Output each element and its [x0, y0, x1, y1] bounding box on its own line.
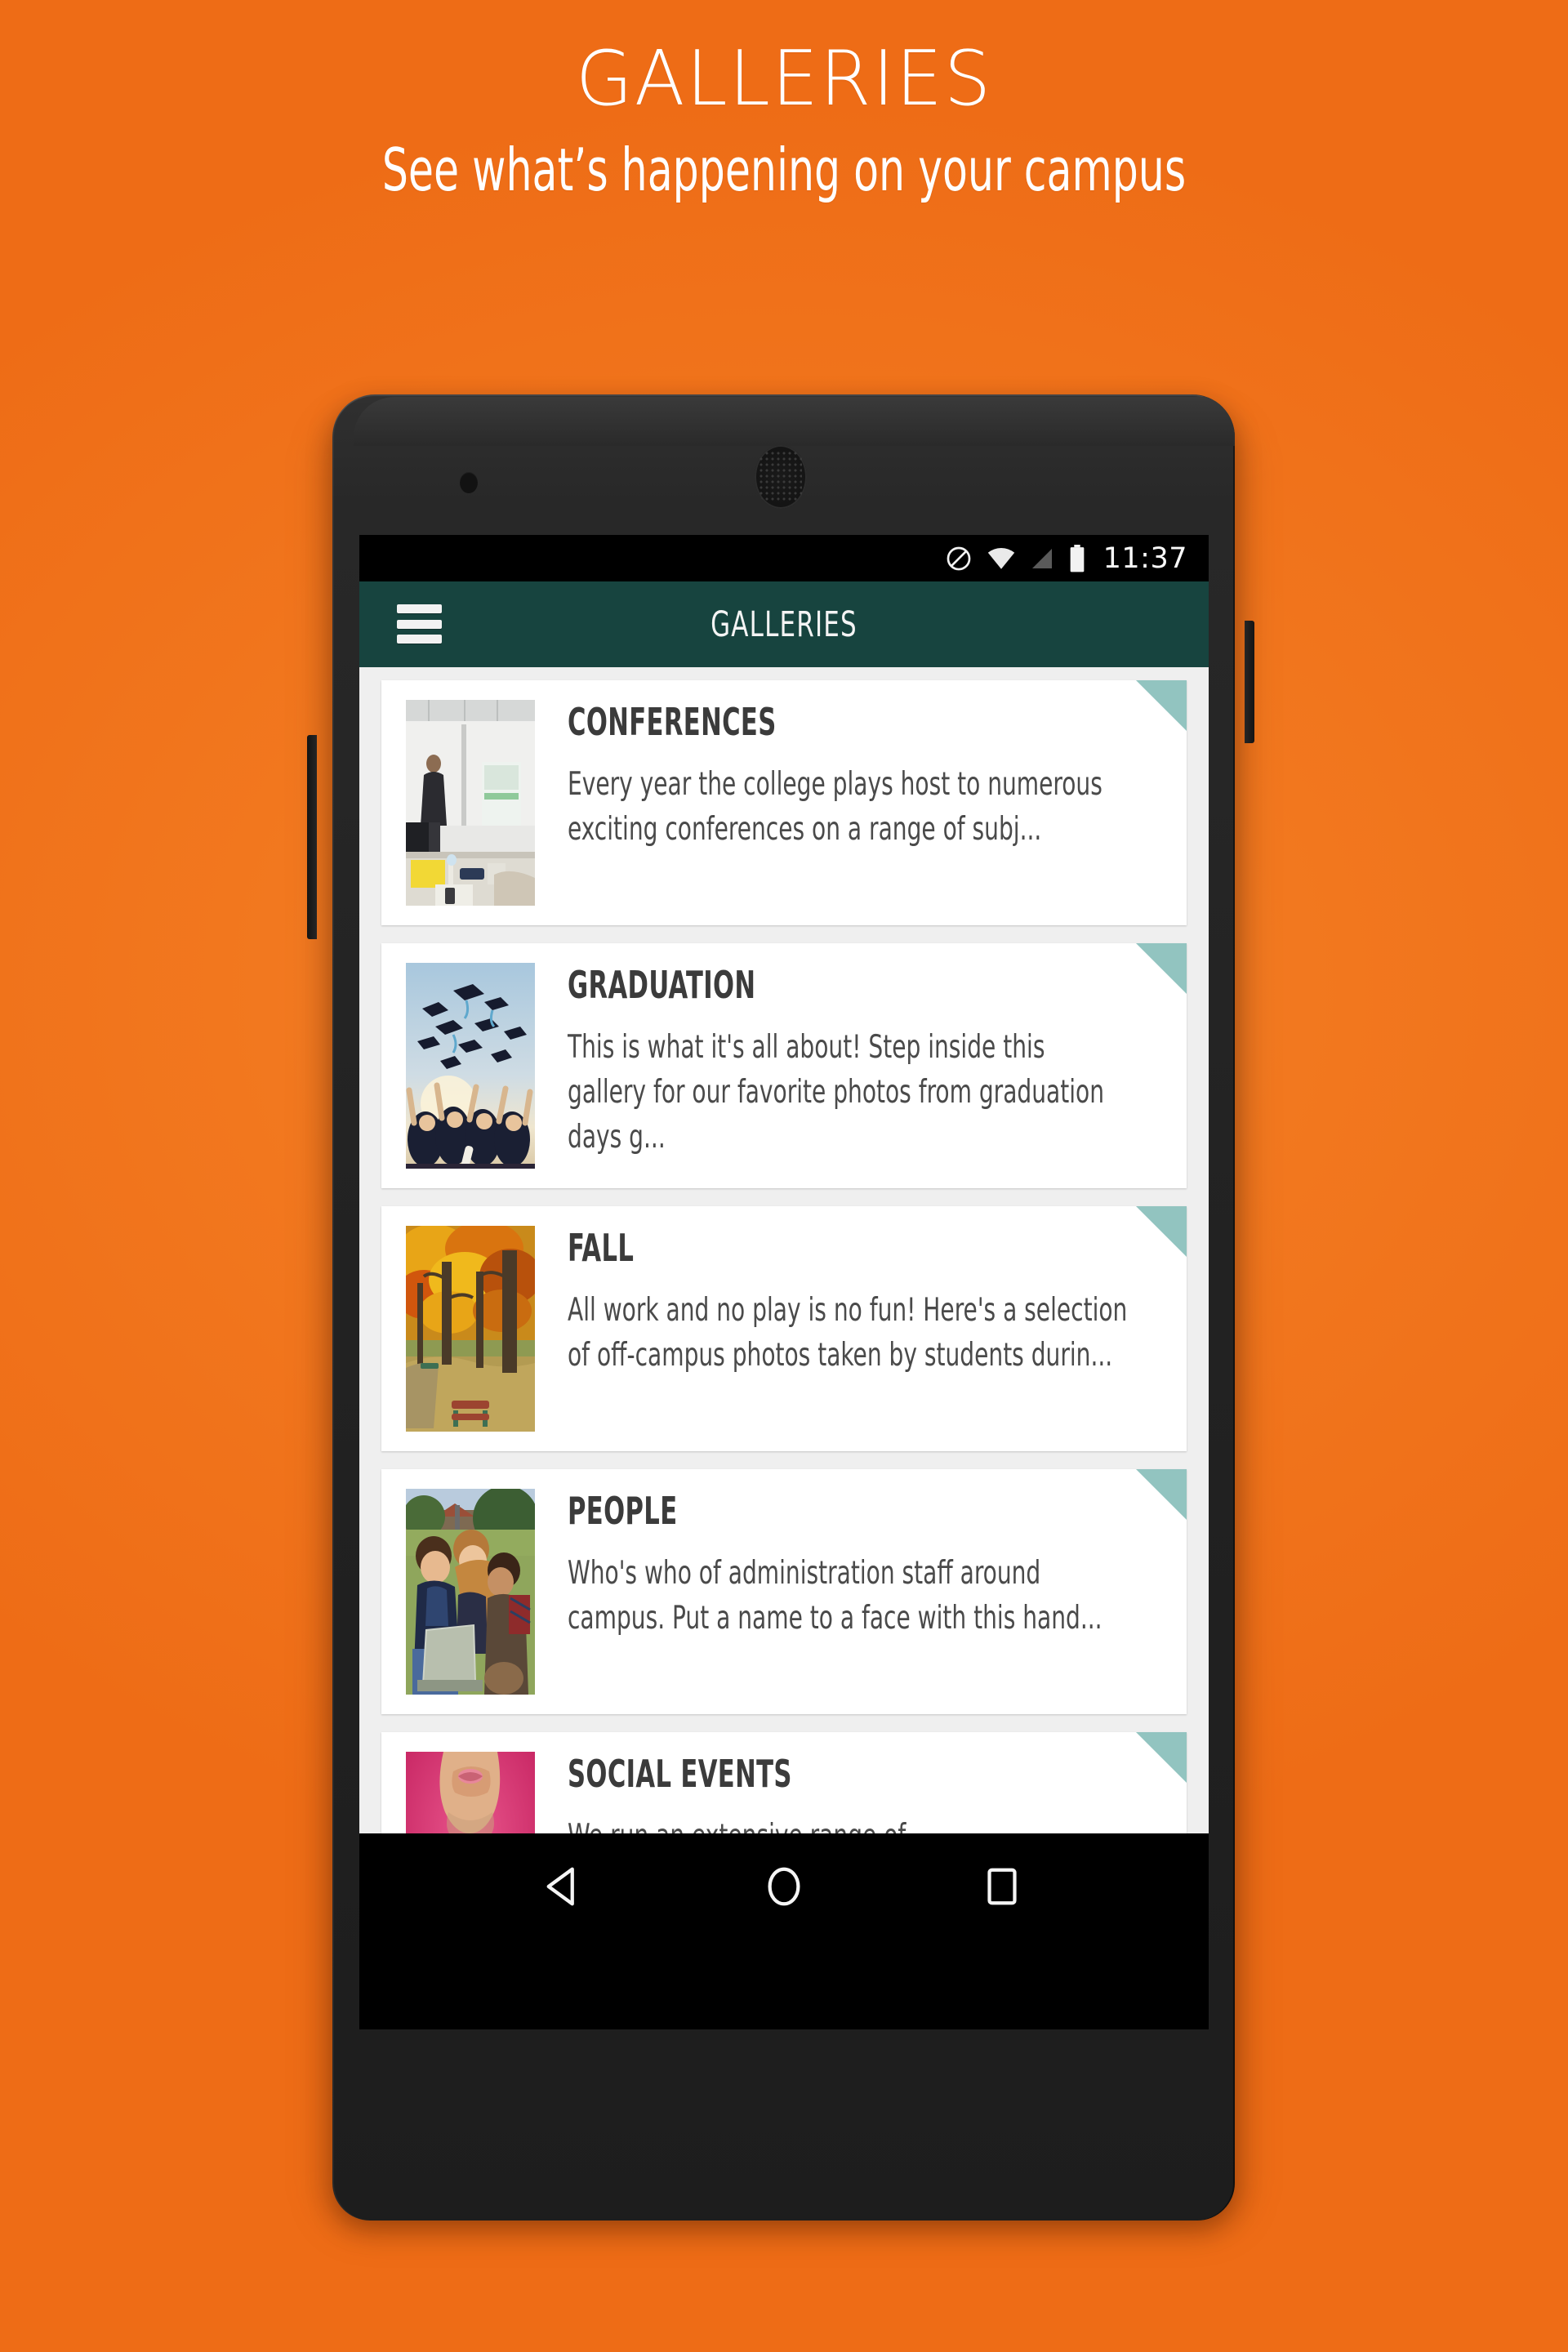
- gallery-text: FALL All work and no play is no fun! Her…: [535, 1226, 1187, 1432]
- gallery-title: CONFERENCES: [568, 700, 777, 744]
- list-item[interactable]: FALL All work and no play is no fun! Her…: [381, 1206, 1187, 1451]
- list-item[interactable]: CONFERENCES Every year the college plays…: [381, 680, 1187, 925]
- list-item[interactable]: GRADUATION This is what it's all about! …: [381, 943, 1187, 1188]
- gallery-text: GRADUATION This is what it's all about! …: [535, 963, 1187, 1169]
- list-item[interactable]: PEOPLE Who's who of administration staff…: [381, 1469, 1187, 1714]
- back-triangle-icon[interactable]: [542, 1863, 590, 1910]
- gallery-description: We run an extensive range of: [568, 1814, 1129, 1833]
- phone-screen: 11:37 GALLERIES CONFERENCES Every year t…: [359, 535, 1209, 2029]
- gallery-text: SOCIAL EVENTS We run an extensive range …: [535, 1752, 1187, 1833]
- gallery-title: PEOPLE: [568, 1489, 678, 1533]
- status-bar: 11:37: [359, 535, 1209, 581]
- recents-square-icon[interactable]: [978, 1863, 1026, 1910]
- gallery-title: GRADUATION: [568, 963, 756, 1007]
- gallery-thumbnail: [406, 700, 535, 906]
- promo-subtitle: See what’s happening on your campus: [381, 135, 1187, 204]
- status-bar-clock: 11:37: [1102, 541, 1187, 575]
- promo-heading: GALLERIES See what’s happening on your c…: [0, 34, 1568, 207]
- phone-top-bezel: [354, 397, 1235, 446]
- power-button[interactable]: [1245, 621, 1254, 743]
- do-not-disturb-icon: [945, 545, 973, 572]
- list-item[interactable]: SOCIAL EVENTS We run an extensive range …: [381, 1732, 1187, 1833]
- corner-flag-icon: [1136, 680, 1187, 731]
- battery-icon: [1068, 544, 1086, 572]
- gallery-thumbnail: [406, 1489, 535, 1695]
- corner-flag-icon: [1136, 1732, 1187, 1783]
- gallery-title: FALL: [568, 1226, 635, 1270]
- earpiece-speaker-icon: [755, 445, 807, 509]
- gallery-description: Every year the college plays host to num…: [568, 765, 1102, 848]
- gallery-thumbnail: [406, 1752, 535, 1833]
- corner-flag-icon: [1136, 943, 1187, 994]
- corner-flag-icon: [1136, 1469, 1187, 1520]
- promo-title: GALLERIES: [575, 34, 993, 122]
- gallery-title: SOCIAL EVENTS: [568, 1752, 792, 1796]
- gallery-list[interactable]: CONFERENCES Every year the college plays…: [359, 667, 1209, 1833]
- app-bar: GALLERIES: [359, 581, 1209, 667]
- gallery-description: All work and no play is no fun! Here's a…: [568, 1291, 1128, 1374]
- hamburger-bar: [397, 635, 442, 644]
- corner-flag-icon: [1136, 1206, 1187, 1257]
- hamburger-bar: [397, 604, 442, 613]
- cellular-signal-icon: [1030, 546, 1054, 571]
- volume-button[interactable]: [307, 735, 317, 939]
- gallery-text: PEOPLE Who's who of administration staff…: [535, 1489, 1187, 1695]
- app-bar-title: GALLERIES: [710, 604, 858, 645]
- front-camera-icon: [460, 472, 478, 493]
- gallery-thumbnail: [406, 1226, 535, 1432]
- home-circle-icon[interactable]: [760, 1863, 808, 1910]
- hamburger-bar: [397, 619, 442, 629]
- gallery-thumbnail: [406, 963, 535, 1169]
- android-nav-bar: [359, 1833, 1209, 1940]
- wifi-icon: [987, 546, 1016, 571]
- gallery-description: This is what it's all about! Step inside…: [568, 1028, 1104, 1156]
- gallery-description: Who's who of administration staff around…: [568, 1554, 1102, 1637]
- gallery-text: CONFERENCES Every year the college plays…: [535, 700, 1187, 906]
- hamburger-menu-icon[interactable]: [397, 604, 442, 644]
